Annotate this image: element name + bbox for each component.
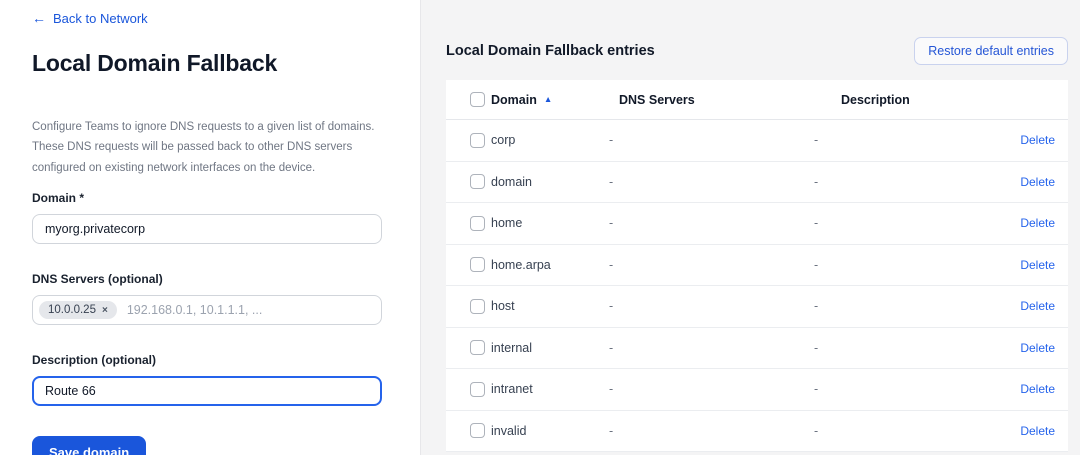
- description-cell: -: [814, 175, 988, 189]
- row-checkbox[interactable]: [470, 423, 485, 438]
- domain-cell: home: [491, 216, 609, 230]
- row-checkbox[interactable]: [470, 382, 485, 397]
- domain-cell: internal: [491, 341, 609, 355]
- row-checkbox[interactable]: [470, 257, 485, 272]
- dns-servers-cell: -: [609, 133, 814, 147]
- domain-input[interactable]: [32, 214, 382, 244]
- domain-cell: invalid: [491, 424, 609, 438]
- delete-link[interactable]: Delete: [1020, 133, 1055, 147]
- table-row: home.arpa - - Delete: [446, 245, 1068, 287]
- sort-asc-icon: ▲: [544, 95, 552, 104]
- column-header-dns-servers: DNS Servers: [609, 93, 814, 107]
- dns-servers-cell: -: [609, 299, 814, 313]
- back-link-label: Back to Network: [53, 11, 148, 26]
- domain-field-label: Domain *: [32, 191, 382, 205]
- table-header-row: Domain ▲ DNS Servers Description: [446, 80, 1068, 120]
- dns-servers-input[interactable]: 10.0.0.25 × 192.168.0.1, 10.1.1.1, ...: [32, 295, 382, 325]
- domain-cell: host: [491, 299, 609, 313]
- row-checkbox[interactable]: [470, 340, 485, 355]
- domain-column-label: Domain: [491, 93, 537, 107]
- delete-link[interactable]: Delete: [1020, 216, 1055, 230]
- description-cell: -: [814, 216, 988, 230]
- entries-table: Domain ▲ DNS Servers Description corp - …: [446, 80, 1068, 452]
- description-cell: -: [814, 424, 988, 438]
- dns-servers-placeholder: 192.168.0.1, 10.1.1.1, ...: [127, 303, 263, 317]
- domain-cell: corp: [491, 133, 609, 147]
- dns-servers-field-label: DNS Servers (optional): [32, 272, 382, 286]
- delete-link[interactable]: Delete: [1020, 341, 1055, 355]
- description-cell: -: [814, 258, 988, 272]
- delete-link[interactable]: Delete: [1020, 382, 1055, 396]
- description-field-label: Description (optional): [32, 353, 382, 367]
- description-cell: -: [814, 299, 988, 313]
- description-cell: -: [814, 133, 988, 147]
- table-row: domain - - Delete: [446, 162, 1068, 204]
- dns-servers-cell: -: [609, 382, 814, 396]
- restore-default-entries-button[interactable]: Restore default entries: [914, 37, 1068, 65]
- table-row: internal - - Delete: [446, 328, 1068, 370]
- domain-field-group: Domain *: [32, 191, 382, 244]
- domain-cell: intranet: [491, 382, 609, 396]
- save-domain-button[interactable]: Save domain: [32, 436, 146, 455]
- delete-link[interactable]: Delete: [1020, 424, 1055, 438]
- entries-title: Local Domain Fallback entries: [446, 43, 655, 59]
- domain-cell: home.arpa: [491, 258, 609, 272]
- delete-link[interactable]: Delete: [1020, 258, 1055, 272]
- table-row: host - - Delete: [446, 286, 1068, 328]
- arrow-left-icon: ←: [32, 11, 46, 25]
- table-row: home - - Delete: [446, 203, 1068, 245]
- dns-servers-cell: -: [609, 216, 814, 230]
- dns-servers-field-group: DNS Servers (optional) 10.0.0.25 × 192.1…: [32, 272, 382, 325]
- select-all-checkbox[interactable]: [470, 92, 485, 107]
- chip-value: 10.0.0.25: [48, 304, 96, 316]
- table-body: corp - - Delete domain - - Delete home -…: [446, 120, 1068, 452]
- table-row: intranet - - Delete: [446, 369, 1068, 411]
- local-domain-fallback-page: ← Back to Network Local Domain Fallback …: [0, 0, 1080, 455]
- description-cell: -: [814, 341, 988, 355]
- dns-servers-cell: -: [609, 258, 814, 272]
- column-header-domain[interactable]: Domain ▲: [491, 93, 552, 107]
- row-checkbox[interactable]: [470, 216, 485, 231]
- domain-cell: domain: [491, 175, 609, 189]
- dns-servers-cell: -: [609, 175, 814, 189]
- entries-panel: Local Domain Fallback entries Restore de…: [420, 0, 1080, 455]
- description-field-group: Description (optional): [32, 353, 382, 406]
- description-input[interactable]: [32, 376, 382, 406]
- row-checkbox[interactable]: [470, 174, 485, 189]
- row-checkbox[interactable]: [470, 133, 485, 148]
- table-row: invalid - - Delete: [446, 411, 1068, 453]
- page-title: Local Domain Fallback: [32, 50, 382, 77]
- entries-header: Local Domain Fallback entries Restore de…: [446, 0, 1068, 65]
- table-row: corp - - Delete: [446, 120, 1068, 162]
- page-description: Configure Teams to ignore DNS requests t…: [32, 117, 382, 178]
- settings-panel: ← Back to Network Local Domain Fallback …: [0, 0, 420, 455]
- description-cell: -: [814, 382, 988, 396]
- back-to-network-link[interactable]: ← Back to Network: [32, 11, 148, 26]
- row-checkbox[interactable]: [470, 299, 485, 314]
- chip-remove-icon[interactable]: ×: [102, 305, 108, 316]
- column-header-description: Description: [814, 93, 988, 107]
- dns-servers-cell: -: [609, 341, 814, 355]
- dns-servers-cell: -: [609, 424, 814, 438]
- delete-link[interactable]: Delete: [1020, 175, 1055, 189]
- delete-link[interactable]: Delete: [1020, 299, 1055, 313]
- dns-server-chip: 10.0.0.25 ×: [39, 301, 117, 319]
